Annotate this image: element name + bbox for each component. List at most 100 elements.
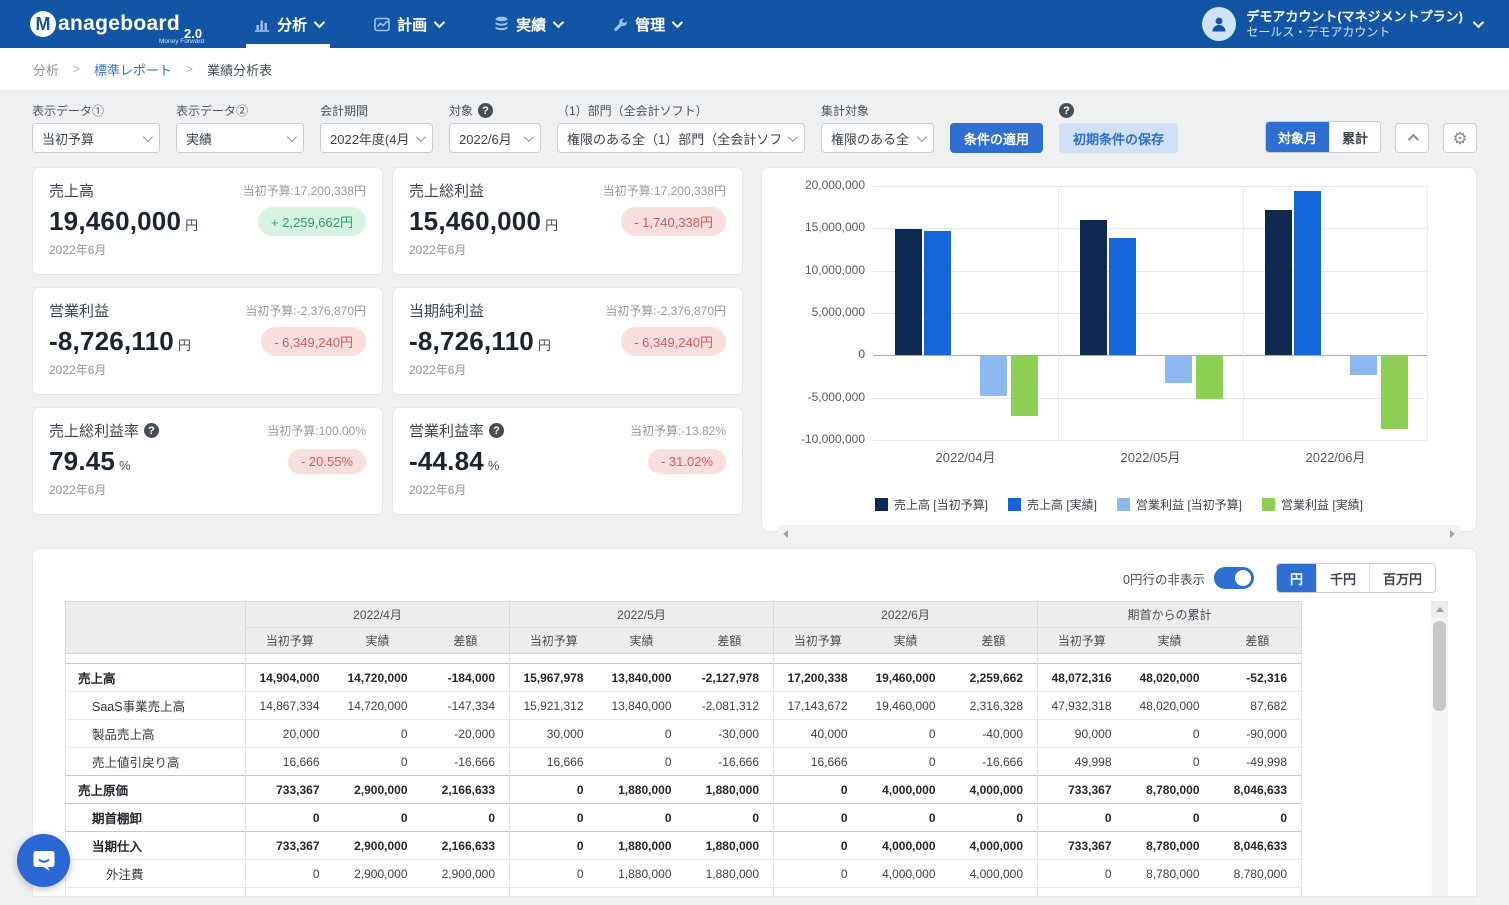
cell-value: 16,666 [510,748,598,776]
legend-item-2[interactable]: 営業利益 [当初予算] [1117,496,1242,513]
scrollbar-thumb[interactable] [1433,621,1446,711]
chat-support-button[interactable] [17,834,70,887]
filter-group-0: 表示データ①当初予算 [32,103,160,153]
chart-horizontal-scrollbar[interactable] [778,525,1460,542]
cell-value: 2,316,328 [950,692,1038,720]
toggle-switch[interactable] [1214,567,1254,589]
account-menu[interactable]: デモアカウント(マネジメントプラン) セールス・デモアカウント [1174,0,1509,48]
breadcrumb-analysis[interactable]: 分析 [33,60,59,79]
period-mode-option-1[interactable]: 累計 [1329,122,1380,152]
kpi-value: 19,460,000円 [49,206,198,237]
settings-button[interactable]: ⚙ [1443,123,1477,153]
help-icon[interactable]: ? [478,103,493,118]
kpi-title-text: 営業利益率 [409,420,484,441]
chart-legend: 売上高 [当初予算] 売上高 [実績] 営業利益 [当初予算] 営業利益 [実績] [778,496,1460,513]
bar-売上高 [実績][interactable] [1294,191,1321,356]
period-mode-option-0[interactable]: 対象月 [1266,122,1329,152]
filter-select-4[interactable]: 権限のある全（1）部門（全会計ソフト） [557,123,805,153]
nav-item-label: 実績 [516,14,546,35]
bar-営業利益 [当初予算][interactable] [1350,355,1377,375]
spacer-row [66,654,1302,664]
bar-売上高 [当初予算][interactable] [1265,210,1292,356]
kpi-cards: 売上高当初予算:17,200,338円19,460,000円+ 2,259,66… [32,167,743,515]
database-icon [494,16,509,32]
table-row[interactable]: 期首棚卸000000000000 [66,804,1302,832]
bar-売上高 [当初予算][interactable] [895,229,922,355]
kpi-card-top: 当期純利益当初予算:-2,376,870円 [409,300,726,321]
column-group-header: 2022/5月 [510,602,774,628]
collapse-panel-button[interactable] [1395,123,1429,153]
cell-value: 17,200,338 [774,664,862,692]
cell-value: 0 [334,720,422,748]
table-row[interactable]: 製品売上高20,0000-20,00030,0000-30,00040,0000… [66,720,1302,748]
unit-option-1[interactable]: 千円 [1316,564,1369,592]
legend-label: 営業利益 [実績] [1281,496,1363,513]
bar-営業利益 [当初予算][interactable] [1165,355,1192,383]
unit-option-0[interactable]: 円 [1277,564,1316,592]
column-group-header: 2022/4月 [246,602,510,628]
table-row[interactable]: 当期仕入733,3672,900,0002,166,63301,880,0001… [66,832,1302,860]
legend-item-0[interactable]: 売上高 [当初予算] [875,496,988,513]
filter-group-3: 対象?2022/6月 [449,103,541,153]
breadcrumb-current-page: 業績分析表 [207,60,272,79]
cell-value: 0 [774,860,862,888]
table-row[interactable]: 売上値引戻り高16,6660-16,66616,6660-16,66616,66… [66,748,1302,776]
help-icon[interactable]: ? [1059,103,1074,118]
nav-item-分析[interactable]: 分析 [228,0,348,48]
cell-value: 0 [862,804,950,832]
manageboard-logo[interactable]: M anageboard 2.0 Money Forward [0,0,228,48]
table-row[interactable]: 仕入高733,3670-733,367000000733,3670-733,36… [66,888,1302,898]
nav-item-計画[interactable]: 計画 [348,0,468,48]
unit-option-2[interactable]: 百万円 [1369,564,1435,592]
legend-label: 営業利益 [当初予算] [1136,496,1242,513]
filter-select-5[interactable]: 権限のある全タグ [821,123,934,153]
sub-column-header: 実績 [334,628,422,654]
column-group-header: 期首からの累計 [1038,602,1302,628]
table-row[interactable]: 売上高14,904,00014,720,000-184,00015,967,97… [66,664,1302,692]
filter-select-0[interactable]: 当初予算 [32,123,160,153]
scroll-up-button[interactable] [1431,601,1448,618]
account-subtitle: セールス・デモアカウント [1246,25,1463,40]
bar-売上高 [実績][interactable] [924,231,951,356]
cell-value: 14,904,000 [246,664,334,692]
bar-売上高 [実績][interactable] [1109,238,1136,355]
row-label: SaaS事業売上高 [66,692,246,720]
cell-value: 1,880,000 [686,832,774,860]
legend-item-3[interactable]: 営業利益 [実績] [1262,496,1363,513]
table-row[interactable]: SaaS事業売上高14,867,33414,720,000-147,33415,… [66,692,1302,720]
cell-value: 0 [950,804,1038,832]
nav-item-管理[interactable]: 管理 [587,0,706,48]
bar-売上高 [当初予算][interactable] [1080,220,1107,355]
filter-select-value: 2022年度(4月1... [330,129,408,148]
cell-value: 0 [510,804,598,832]
table-vertical-scrollbar[interactable] [1431,601,1448,896]
account-name: デモアカウント(マネジメントプラン) [1246,8,1463,25]
sub-column-header: 当初予算 [774,628,862,654]
legend-item-1[interactable]: 売上高 [実績] [1008,496,1097,513]
breadcrumb-separator: > [73,62,80,76]
legend-label: 売上高 [当初予算] [894,496,988,513]
help-icon[interactable]: ? [489,423,504,438]
table-row[interactable]: 外注費02,900,0002,900,00001,880,0001,880,00… [66,860,1302,888]
help-icon[interactable]: ? [144,423,159,438]
filter-label: 集計対象 [821,103,934,118]
hide-zero-rows-toggle[interactable]: 0円行の非表示 [1123,567,1254,589]
filter-select-2[interactable]: 2022年度(4月1... [320,123,433,153]
bar-営業利益 [実績][interactable] [1196,355,1223,398]
bar-営業利益 [当初予算][interactable] [980,355,1007,396]
breadcrumb-standard-report[interactable]: 標準レポート [94,60,172,79]
cell-value: 733,367 [246,888,334,898]
bar-営業利益 [実績][interactable] [1011,355,1038,416]
apply-conditions-button[interactable]: 条件の適用 [950,123,1043,153]
kpi-card-top: 営業利益当初予算:-2,376,870円 [49,300,366,321]
filter-select-3[interactable]: 2022/6月 [449,123,541,153]
cell-value: 1,880,000 [598,776,686,804]
scroll-left-icon[interactable] [783,530,788,538]
nav-item-実績[interactable]: 実績 [468,0,587,48]
bar-営業利益 [実績][interactable] [1381,355,1408,429]
table-row[interactable]: 売上原価733,3672,900,0002,166,63301,880,0001… [66,776,1302,804]
filter-select-1[interactable]: 実績 [176,123,304,153]
save-initial-conditions-button[interactable]: 初期条件の保存 [1059,123,1178,153]
scroll-right-icon[interactable] [1450,530,1455,538]
kpi-value-number: 19,460,000 [49,206,181,236]
